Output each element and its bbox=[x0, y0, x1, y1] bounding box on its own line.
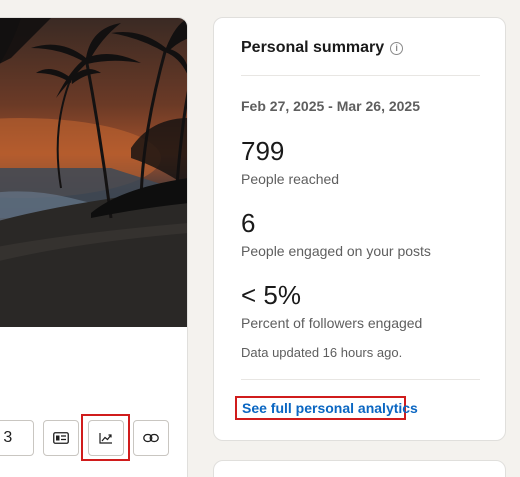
next-card bbox=[213, 460, 506, 477]
partial-button[interactable]: g 3 bbox=[0, 420, 34, 456]
see-full-analytics-label: See full personal analytics bbox=[242, 400, 418, 416]
metric-value-reached: 799 bbox=[241, 136, 285, 166]
partial-button-label: g 3 bbox=[0, 429, 13, 446]
summary-divider-bottom bbox=[241, 379, 480, 380]
copy-link-button[interactable] bbox=[133, 420, 169, 456]
beach-sunset-photo bbox=[0, 18, 187, 327]
summary-title: Personal summary bbox=[241, 39, 385, 56]
metric-label-reached: People reached bbox=[241, 171, 340, 187]
date-range: Feb 27, 2025 - Mar 26, 2025 bbox=[241, 98, 420, 114]
see-full-analytics-link[interactable]: See full personal analytics bbox=[235, 396, 418, 420]
summary-header: Personal summary i bbox=[241, 39, 404, 57]
data-updated-note: Data updated 16 hours ago. bbox=[241, 345, 403, 360]
metric-value-engaged: 6 bbox=[241, 208, 256, 238]
link-icon bbox=[143, 433, 159, 443]
analytics-button-highlight bbox=[81, 414, 130, 461]
metric-label-engaged: People engaged on your posts bbox=[241, 243, 431, 259]
metric-value-followers: < 5% bbox=[241, 280, 301, 310]
info-icon[interactable]: i bbox=[390, 41, 404, 55]
profile-card-icon bbox=[53, 432, 69, 444]
summary-divider-top bbox=[241, 75, 480, 76]
metric-label-followers: Percent of followers engaged bbox=[241, 315, 423, 331]
post-card: g 3 bbox=[0, 17, 188, 477]
profile-card-button[interactable] bbox=[43, 420, 79, 456]
post-image[interactable] bbox=[0, 18, 187, 327]
personal-summary-card: Personal summary i Feb 27, 2025 - Mar 26… bbox=[213, 17, 506, 441]
